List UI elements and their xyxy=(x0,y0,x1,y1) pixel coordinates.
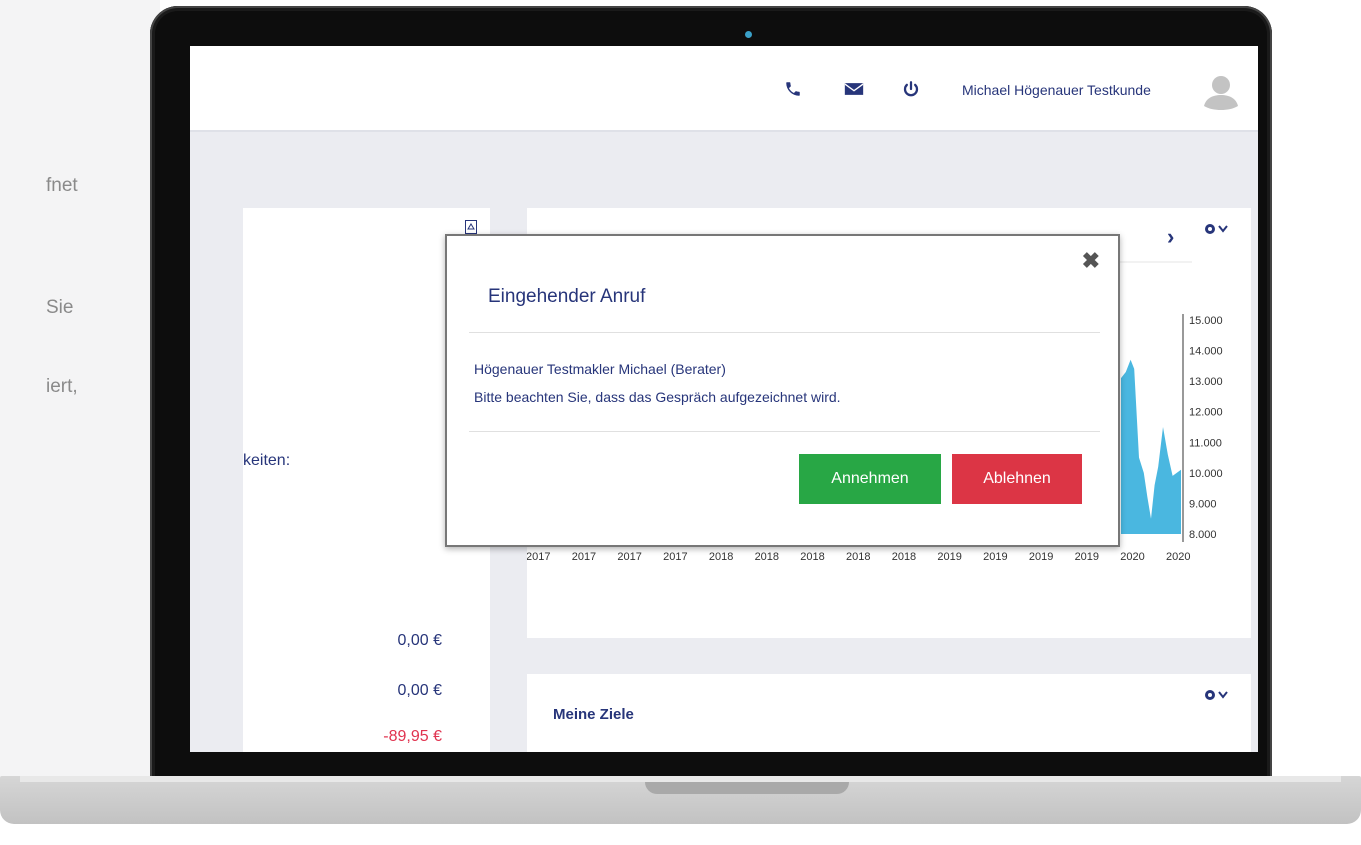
y-tick-label: 12.000 xyxy=(1189,407,1223,419)
amount-value: 0,00 € xyxy=(397,632,442,649)
x-tick-label: 2018 xyxy=(846,551,870,563)
reject-call-button[interactable]: Ablehnen xyxy=(952,454,1082,504)
y-tick-label: 15.000 xyxy=(1189,315,1223,327)
y-tick-label: 9.000 xyxy=(1189,498,1217,510)
dialog-divider xyxy=(469,332,1100,333)
section-label: keiten: xyxy=(243,452,291,469)
chevron-right-icon[interactable]: › xyxy=(1167,224,1174,250)
x-tick-label: 2018 xyxy=(800,551,824,563)
close-icon[interactable]: ✖ xyxy=(1082,248,1100,274)
gear-icon[interactable] xyxy=(1203,688,1229,706)
x-tick-label: 2018 xyxy=(755,551,779,563)
y-tick-label: 8.000 xyxy=(1189,529,1217,541)
phone-icon[interactable] xyxy=(784,80,802,103)
incoming-call-dialog: ✖ Eingehender Anruf Högenauer Testmakler… xyxy=(445,234,1120,547)
amount-value-negative: -89,95 € xyxy=(383,728,442,745)
x-tick-label: 2017 xyxy=(572,551,596,563)
x-tick-label: 2019 xyxy=(983,551,1007,563)
x-tick-label: 2019 xyxy=(1029,551,1053,563)
x-tick-label: 2018 xyxy=(892,551,916,563)
accept-call-button[interactable]: Annehmen xyxy=(799,454,941,504)
recording-notice: Bitte beachten Sie, dass das Gespräch au… xyxy=(474,389,841,405)
x-tick-label: 2017 xyxy=(663,551,687,563)
page-sidebar: fnet Sie iert, xyxy=(0,0,160,780)
avatar-icon[interactable] xyxy=(1202,72,1240,110)
amount-value: 0,00 € xyxy=(397,682,442,699)
series-area xyxy=(1121,359,1181,534)
goals-title: Meine Ziele xyxy=(553,706,634,723)
laptop-camera xyxy=(745,31,752,38)
sidebar-text-1: fnet xyxy=(46,175,78,196)
sidebar-text-3: iert, xyxy=(46,376,78,397)
x-tick-label: 2019 xyxy=(1075,551,1099,563)
mail-icon[interactable] xyxy=(844,80,864,103)
gear-icon[interactable] xyxy=(1203,222,1229,240)
y-tick-label: 13.000 xyxy=(1189,376,1223,388)
y-tick-label: 14.000 xyxy=(1189,346,1223,358)
y-tick-label: 11.000 xyxy=(1189,437,1222,449)
app-header: Michael Högenauer Testkunde xyxy=(190,46,1258,132)
user-name[interactable]: Michael Högenauer Testkunde xyxy=(962,82,1151,98)
x-tick-label: 2017 xyxy=(527,551,550,563)
x-tick-label: 2019 xyxy=(937,551,961,563)
x-tick-label: 2018 xyxy=(709,551,733,563)
goals-card: Meine Ziele xyxy=(527,674,1251,752)
x-tick-label: 2020 xyxy=(1166,551,1190,563)
dialog-divider xyxy=(469,431,1100,432)
dialog-title: Eingehender Anruf xyxy=(488,286,646,307)
laptop-notch xyxy=(645,782,849,794)
caller-name: Högenauer Testmakler Michael (Berater) xyxy=(474,361,726,377)
x-tick-label: 2020 xyxy=(1120,551,1144,563)
sidebar-text-2: Sie xyxy=(46,297,74,318)
y-tick-label: 10.000 xyxy=(1189,468,1223,480)
power-icon[interactable] xyxy=(902,80,920,103)
x-tick-label: 2017 xyxy=(617,551,641,563)
